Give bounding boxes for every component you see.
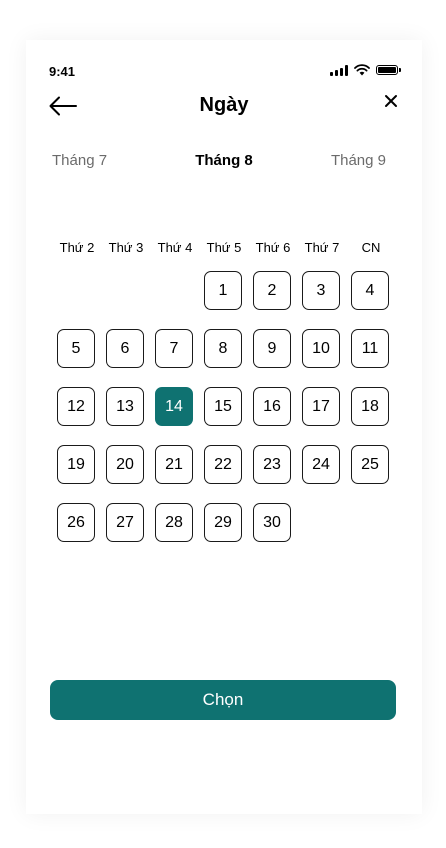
calendar-day[interactable]: 18 bbox=[351, 387, 389, 426]
calendar-day[interactable]: 24 bbox=[302, 445, 340, 484]
calendar-day[interactable]: 4 bbox=[351, 271, 389, 310]
calendar-day[interactable]: 17 bbox=[302, 387, 340, 426]
calendar-day[interactable]: 7 bbox=[155, 329, 193, 368]
calendar-day[interactable]: 12 bbox=[57, 387, 95, 426]
calendar-day[interactable]: 15 bbox=[204, 387, 242, 426]
weekday-header: Thứ 2 Thứ 3 Thứ 4 Thứ 5 Thứ 6 Thứ 7 CN bbox=[53, 240, 403, 256]
weekday-label: Thứ 2 bbox=[59, 240, 95, 255]
calendar-day[interactable]: 8 bbox=[204, 329, 242, 368]
calendar-day[interactable]: 3 bbox=[302, 271, 340, 310]
calendar-day[interactable]: 19 bbox=[57, 445, 95, 484]
calendar-day[interactable]: 2 bbox=[253, 271, 291, 310]
choose-button[interactable]: Chọn bbox=[50, 680, 396, 720]
calendar-day[interactable]: 6 bbox=[106, 329, 144, 368]
calendar-day[interactable]: 29 bbox=[204, 503, 242, 542]
calendar-day[interactable]: 25 bbox=[351, 445, 389, 484]
calendar-day[interactable]: 28 bbox=[155, 503, 193, 542]
calendar-day[interactable]: 22 bbox=[204, 445, 242, 484]
calendar-day[interactable]: 21 bbox=[155, 445, 193, 484]
calendar-day[interactable]: 23 bbox=[253, 445, 291, 484]
header: Ngày bbox=[26, 88, 422, 124]
calendar-day[interactable]: 1 bbox=[204, 271, 242, 310]
calendar-day[interactable]: 27 bbox=[106, 503, 144, 542]
weekday-label: Thứ 5 bbox=[206, 240, 242, 255]
battery-icon bbox=[376, 65, 401, 75]
current-month-tab[interactable]: Tháng 8 bbox=[195, 152, 253, 169]
wifi-icon bbox=[354, 64, 370, 76]
calendar-day[interactable]: 16 bbox=[253, 387, 291, 426]
calendar-day[interactable]: 13 bbox=[106, 387, 144, 426]
close-icon bbox=[385, 95, 397, 107]
previous-month-tab[interactable]: Tháng 7 bbox=[52, 152, 107, 169]
signal-icon bbox=[330, 64, 348, 76]
close-button[interactable] bbox=[384, 94, 400, 110]
weekday-label: Thứ 6 bbox=[255, 240, 291, 255]
phone-screen: 9:41 Ngày Tháng 7 Tháng 8 Tháng 9 Thứ 2 … bbox=[26, 40, 422, 814]
calendar-day[interactable]: 9 bbox=[253, 329, 291, 368]
page-title: Ngày bbox=[199, 94, 249, 116]
weekday-label: Thứ 7 bbox=[304, 240, 340, 255]
status-time: 9:41 bbox=[49, 64, 76, 79]
calendar-day[interactable]: 10 bbox=[302, 329, 340, 368]
month-switcher: Tháng 7 Tháng 8 Tháng 9 bbox=[26, 152, 422, 172]
calendar-day[interactable]: 30 bbox=[253, 503, 291, 542]
calendar-day[interactable]: 5 bbox=[57, 329, 95, 368]
calendar-day[interactable]: 26 bbox=[57, 503, 95, 542]
next-month-tab[interactable]: Tháng 9 bbox=[331, 152, 386, 169]
weekday-label: Thứ 4 bbox=[157, 240, 193, 255]
status-icons bbox=[330, 64, 401, 76]
weekday-label: Thứ 3 bbox=[108, 240, 144, 255]
weekday-label: CN bbox=[361, 240, 381, 255]
calendar-day-selected[interactable]: 14 bbox=[155, 387, 193, 426]
calendar-day[interactable]: 20 bbox=[106, 445, 144, 484]
calendar-day[interactable]: 11 bbox=[351, 329, 389, 368]
status-bar: 9:41 bbox=[26, 60, 422, 80]
